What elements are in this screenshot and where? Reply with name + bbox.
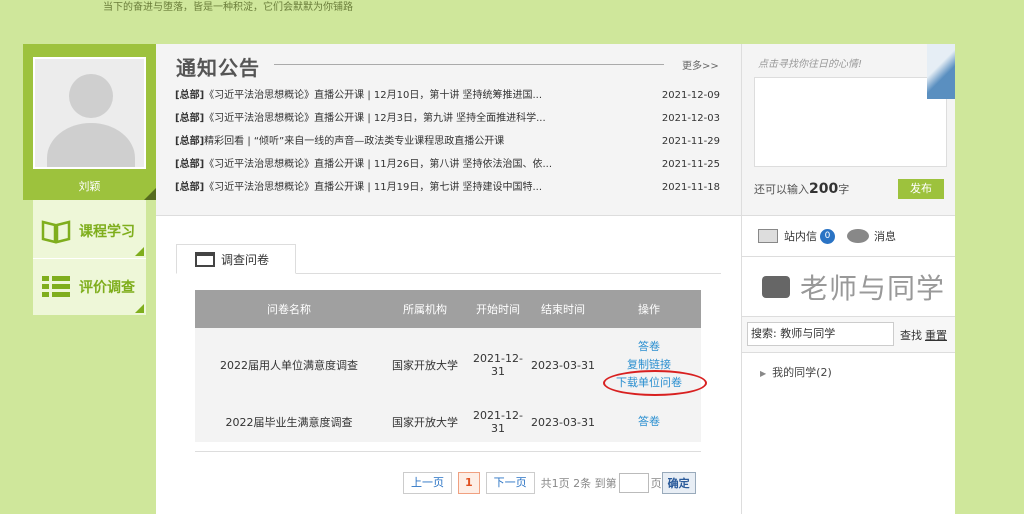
- notice-tag: [总部]: [175, 113, 205, 124]
- prev-page-button[interactable]: 上一页: [403, 472, 452, 494]
- header-ops: 操作: [638, 303, 660, 316]
- header-name: 问卷名称: [267, 303, 311, 316]
- window-icon: [195, 251, 215, 267]
- notice-section: 通知公告 更多>> [总部]《习近平法治思想概论》直播公开课 | 12月10日，…: [156, 44, 741, 216]
- inbox-count-badge: 0: [820, 228, 835, 244]
- notice-text[interactable]: 《习近平法治思想概论》直播公开课 | 11月26日，第八讲 坚持依法治国、依..…: [204, 159, 552, 170]
- notice-date: 2021-11-18: [661, 182, 720, 193]
- notice-text[interactable]: 《习近平法治思想概论》直播公开课 | 12月10日，第十讲 坚持统筹推进国...: [204, 90, 542, 101]
- list-item[interactable]: [总部]《习近平法治思想概论》直播公开课 | 11月26日，第八讲 坚持依法治国…: [175, 158, 720, 181]
- notice-date: 2021-12-03: [661, 113, 720, 124]
- friends-title: 老师与同学: [800, 271, 946, 305]
- cell-name: 2022届毕业生满意度调查: [225, 416, 353, 429]
- sidebar-item-course-study[interactable]: 课程学习: [33, 203, 146, 259]
- chat-bubble-icon: [847, 229, 869, 243]
- book-icon: [41, 219, 71, 244]
- answer-link[interactable]: 答卷: [597, 338, 701, 356]
- list-item[interactable]: [总部]精彩回看 | “倾听”来自一线的声音—政法类专业课程思政直播公开课 20…: [175, 135, 720, 158]
- list-item[interactable]: [总部]《习近平法治思想概论》直播公开课 | 12月10日，第十讲 坚持统筹推进…: [175, 89, 720, 112]
- answer-link[interactable]: 答卷: [597, 413, 701, 431]
- page-suffix: 页: [650, 477, 662, 490]
- notice-tag: [总部]: [175, 90, 205, 101]
- side-nav: 课程学习 评价调查: [33, 200, 146, 315]
- notice-date: 2021-12-09: [661, 90, 720, 101]
- cell-start: 2021-12-31: [473, 409, 523, 435]
- status-textarea[interactable]: [754, 77, 947, 167]
- highlight-circle: [603, 370, 707, 396]
- list-item[interactable]: [总部]《习近平法治思想概论》直播公开课 | 11月19日，第七讲 坚持建设中国…: [175, 181, 720, 204]
- inbox-link[interactable]: 站内信: [784, 228, 817, 244]
- remain-count: 200: [809, 181, 839, 197]
- profile-card: 刘颖: [23, 44, 156, 200]
- classmates-tree: ▶ 我的同学(2): [741, 352, 955, 514]
- sidebar-item-evaluation-survey[interactable]: 评价调查: [33, 259, 146, 315]
- chat-icon: [762, 275, 790, 298]
- search-input[interactable]: 搜索: 教师与同学: [747, 322, 894, 346]
- notice-text[interactable]: 《习近平法治思想概论》直播公开课 | 11月19日，第七讲 坚持建设中国特...: [204, 182, 542, 193]
- header-end: 结束时间: [541, 303, 585, 316]
- status-box: 点击寻找你往日的心情! 还可以输入200字 发布: [741, 44, 955, 216]
- page-info: 共1页 2条 到第: [540, 477, 617, 490]
- notice-tag: [总部]: [175, 136, 205, 147]
- cell-name: 2022届用人单位满意度调查: [220, 359, 358, 372]
- notice-date: 2021-11-25: [661, 159, 720, 170]
- publish-button[interactable]: 发布: [898, 179, 944, 199]
- pagination: 上一页 1 下一页 共1页 2条 到第 页 确定: [403, 472, 696, 494]
- tab-survey[interactable]: 调查问卷: [176, 244, 296, 274]
- list-item[interactable]: [总部]《习近平法治思想概论》直播公开课 | 12月3日，第九讲 坚持全面推进科…: [175, 112, 720, 135]
- triangle-right-icon: ▶: [760, 369, 767, 378]
- remain-suffix: 字: [838, 183, 850, 196]
- cell-start: 2021-12-31: [473, 352, 523, 378]
- remain-prefix: 还可以输入: [754, 183, 809, 196]
- tree-node-my-classmates[interactable]: ▶ 我的同学(2): [760, 364, 832, 380]
- right-panel: 点击寻找你往日的心情! 还可以输入200字 发布 站内信 0 消息 老师与同学 …: [741, 44, 955, 514]
- sidebar-item-label: 课程学习: [79, 223, 135, 240]
- mail-icon: [758, 229, 778, 243]
- tab-label: 调查问卷: [221, 252, 270, 267]
- table-row: 2022届毕业生满意度调查 国家开放大学 2021-12-31 2023-03-…: [195, 402, 701, 442]
- reset-button[interactable]: 重置: [925, 327, 947, 343]
- cell-org: 国家开放大学: [392, 416, 458, 429]
- message-bar: 站内信 0 消息: [741, 216, 955, 256]
- next-page-button[interactable]: 下一页: [485, 472, 535, 494]
- notice-tag: [总部]: [175, 159, 205, 170]
- avatar[interactable]: [33, 57, 146, 169]
- tree-label: 我的同学(2): [772, 366, 832, 379]
- survey-table: 问卷名称 所属机构 开始时间 结束时间 操作 2022届用人单位满意度调查 国家…: [195, 290, 707, 442]
- cell-end: 2023-03-31: [531, 415, 595, 429]
- header-start: 开始时间: [476, 303, 520, 316]
- motto-text: 当下的奋进与堕落，皆是一种积淀，它们会默默为你铺路: [103, 2, 353, 13]
- cell-ops: 答卷: [597, 413, 701, 431]
- page-jump-input[interactable]: [618, 473, 649, 493]
- char-remaining: 还可以输入200字: [754, 181, 849, 197]
- user-name: 刘颖: [78, 180, 101, 193]
- notice-text[interactable]: 《习近平法治思想概论》直播公开课 | 12月3日，第九讲 坚持全面推进科学...: [204, 113, 546, 124]
- main-panel: 通知公告 更多>> [总部]《习近平法治思想概论》直播公开课 | 12月10日，…: [156, 44, 741, 514]
- cell-end: 2023-03-31: [531, 358, 595, 372]
- friend-search: 搜索: 教师与同学 查找 重置: [741, 316, 955, 352]
- friends-header: 老师与同学: [741, 256, 955, 316]
- list-icon: [42, 276, 70, 297]
- go-button[interactable]: 确定: [661, 472, 696, 494]
- messages-link[interactable]: 消息: [874, 228, 896, 244]
- more-link[interactable]: 更多>>: [682, 57, 719, 72]
- notice-date: 2021-11-29: [661, 136, 720, 147]
- paper-decoration-icon: [927, 44, 955, 99]
- status-hint: 点击寻找你往日的心情!: [758, 59, 863, 70]
- search-button[interactable]: 查找: [900, 327, 922, 343]
- notice-title: 通知公告: [176, 56, 260, 80]
- sidebar-item-label: 评价调查: [79, 280, 135, 296]
- table-header: 问卷名称 所属机构 开始时间 结束时间 操作: [195, 290, 701, 328]
- notice-tag: [总部]: [175, 182, 205, 193]
- notice-list: [总部]《习近平法治思想概论》直播公开课 | 12月10日，第十讲 坚持统筹推进…: [175, 89, 720, 204]
- cell-org: 国家开放大学: [392, 359, 458, 372]
- notice-text[interactable]: 精彩回看 | “倾听”来自一线的声音—政法类专业课程思政直播公开课: [204, 136, 504, 147]
- header-org: 所属机构: [403, 303, 447, 316]
- current-page[interactable]: 1: [458, 472, 480, 494]
